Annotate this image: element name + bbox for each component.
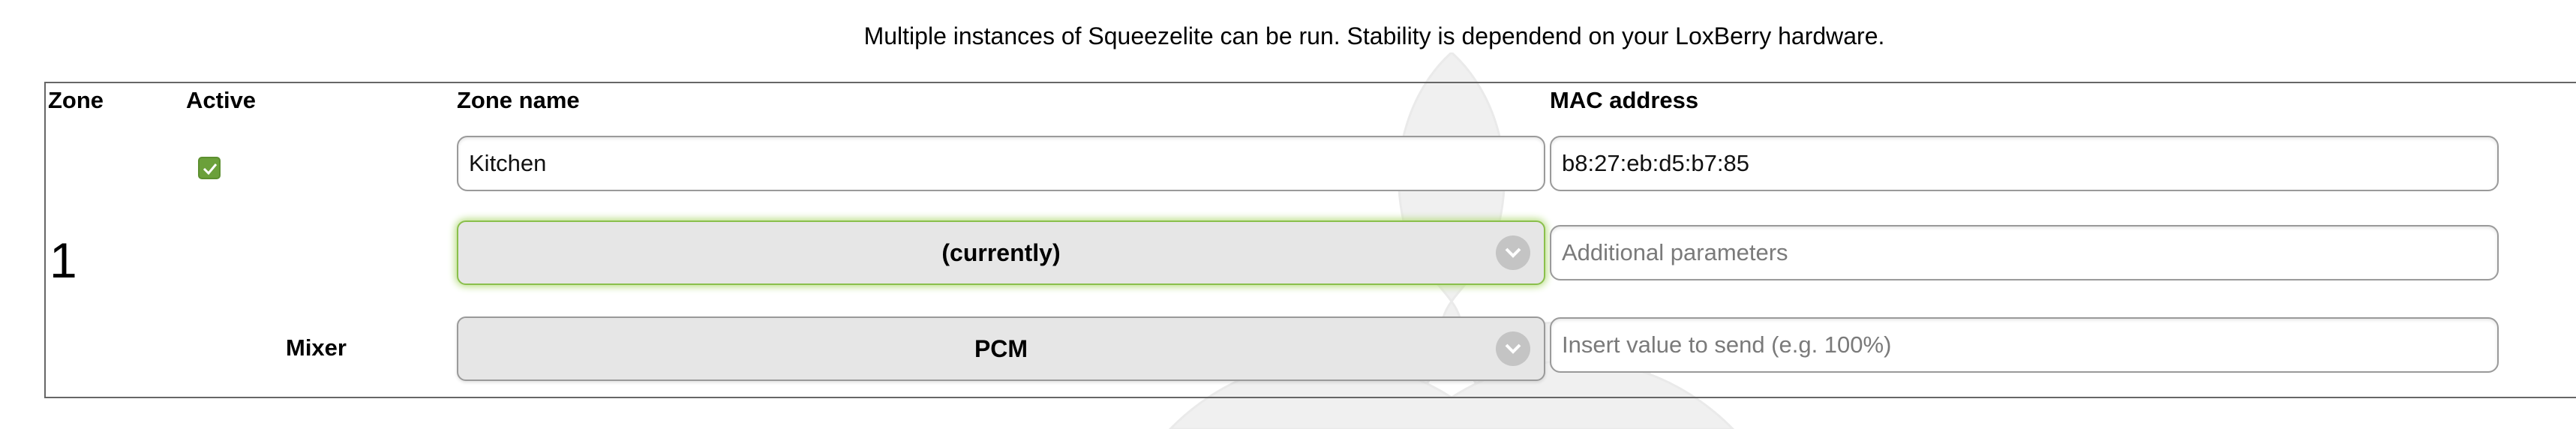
- zone-header: Zone: [48, 87, 104, 113]
- additional-parameters-input[interactable]: [1550, 225, 2499, 280]
- active-checkbox[interactable]: [198, 157, 221, 179]
- zone-number: 1: [50, 232, 77, 288]
- check-icon: [203, 164, 218, 176]
- mixer-select[interactable]: PCM: [457, 316, 1545, 381]
- output-device-select[interactable]: (currently): [457, 220, 1545, 285]
- output-device-value: (currently): [941, 238, 1061, 266]
- mac-address-header: MAC address: [1550, 87, 1699, 113]
- active-header: Active: [186, 87, 257, 113]
- mixer-label: Mixer: [286, 334, 347, 361]
- mixer-value: PCM: [974, 334, 1028, 362]
- chevron-down-icon: [1496, 236, 1530, 270]
- mixer-value-input[interactable]: [1550, 317, 2499, 373]
- zone-name-header: Zone name: [457, 87, 580, 113]
- zone-name-input[interactable]: [457, 136, 1545, 191]
- chevron-down-icon: [1496, 332, 1530, 366]
- mac-address-input[interactable]: [1550, 136, 2499, 191]
- info-text: Multiple instances of Squeezelite can be…: [863, 22, 1885, 50]
